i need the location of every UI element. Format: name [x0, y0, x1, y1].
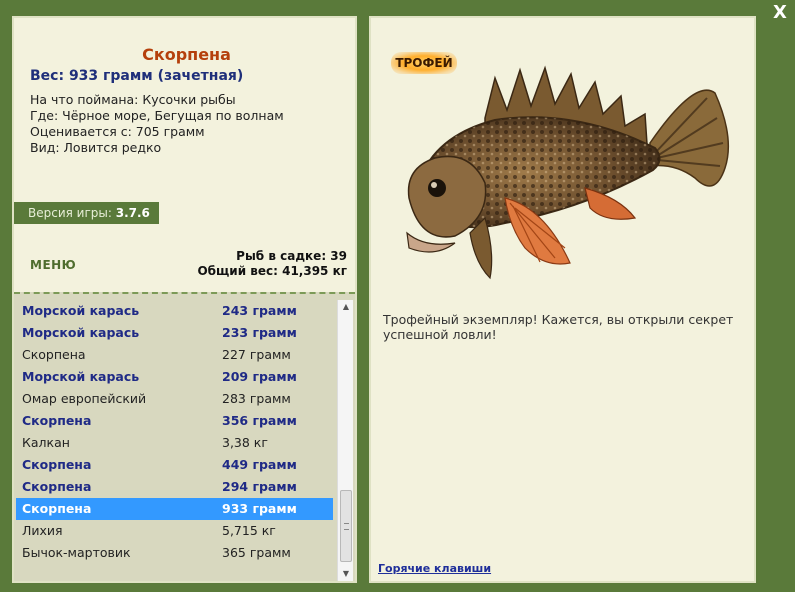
trophy-badge: ТРОФЕЙ: [391, 52, 457, 74]
catch-list-area: Морской карась 243 грамм Морской карась 233…: [14, 292, 355, 581]
catch-fish-weight: 356 грамм: [222, 413, 297, 428]
fish-image-panel: ТРОФЕЙ Трофейный экземпляр! Кажется, вы …: [369, 16, 756, 583]
catch-fish-weight: 5,715 кг: [222, 523, 276, 538]
catch-list-item[interactable]: Скорпена 294 грамм: [16, 476, 333, 498]
catch-fish-weight: 933 грамм: [222, 501, 297, 516]
catch-list-scrollbar[interactable]: ▲ ▼: [337, 300, 353, 581]
catch-list-item[interactable]: Скорпена 356 грамм: [16, 410, 333, 432]
catch-fish-weight: 209 грамм: [222, 369, 297, 384]
catch-list-item[interactable]: Морской карась 233 грамм: [16, 322, 333, 344]
keepnet-stats: Рыб в садке: 39 Общий вес: 41,395 кг: [197, 249, 347, 279]
fish-rarity: Вид: Ловится редко: [30, 140, 162, 155]
version-value: 3.7.6: [115, 206, 150, 220]
catch-fish-weight: 233 грамм: [222, 325, 297, 340]
catch-fish-name: Калкан: [22, 435, 70, 450]
catch-fish-weight: 283 грамм: [222, 391, 291, 406]
catch-list-item[interactable]: Морской карась 209 грамм: [16, 366, 333, 388]
fish-weight: Вес: 933 грамм (зачетная): [30, 68, 244, 84]
catch-fish-weight: 365 грамм: [222, 545, 291, 560]
catch-fish-weight: 243 грамм: [222, 303, 297, 318]
scorpionfish-image: [406, 65, 730, 280]
catch-list-item[interactable]: Скорпена 227 грамм: [16, 344, 333, 366]
scroll-up-icon[interactable]: ▲: [338, 300, 354, 314]
catch-list-item[interactable]: Морской карась 243 грамм: [16, 300, 333, 322]
hotkeys-link[interactable]: Горячие клавиши: [378, 562, 491, 575]
game-version-badge: Версия игры: 3.7.6: [14, 202, 159, 224]
close-icon[interactable]: X: [770, 2, 790, 24]
catch-fish-name: Лихия: [22, 523, 63, 538]
catch-list-item[interactable]: Лихия 5,715 кг: [16, 520, 333, 542]
catch-fish-name: Скорпена: [22, 413, 92, 428]
grip-icon: [344, 523, 349, 530]
catch-list-item[interactable]: Бычок-мартовик 365 грамм: [16, 542, 333, 564]
scroll-down-icon[interactable]: ▼: [338, 567, 354, 581]
catch-fish-name: Скорпена: [22, 347, 86, 362]
catch-fish-weight: 227 грамм: [222, 347, 291, 362]
fish-min-weight: Оценивается с: 705 грамм: [30, 124, 205, 139]
catch-fish-weight: 294 грамм: [222, 479, 297, 494]
catch-list-item[interactable]: Скорпена 449 грамм: [16, 454, 333, 476]
catch-list-item[interactable]: Скорпена 933 грамм: [16, 498, 333, 520]
trophy-message: Трофейный экземпляр! Кажется, вы открыли…: [383, 312, 734, 342]
total-weight: Общий вес: 41,395 кг: [197, 264, 347, 278]
fish-bait: На что поймана: Кусочки рыбы: [30, 92, 236, 107]
fish-name-title: Скорпена: [142, 45, 231, 64]
catch-fish-name: Бычок-мартовик: [22, 545, 131, 560]
catch-fish-weight: 449 грамм: [222, 457, 297, 472]
menu-button[interactable]: МЕНЮ: [30, 258, 76, 272]
catch-list: Морской карась 243 грамм Морской карась 233…: [16, 300, 333, 564]
catch-list-item[interactable]: Калкан 3,38 кг: [16, 432, 333, 454]
catch-fish-name: Омар европейский: [22, 391, 147, 406]
catch-fish-name: Морской карась: [22, 325, 140, 340]
catch-fish-name: Скорпена: [22, 479, 92, 494]
fish-count: Рыб в садке: 39: [236, 249, 347, 263]
version-label: Версия игры:: [28, 206, 116, 220]
catch-fish-name: Скорпена: [22, 457, 92, 472]
catch-list-item[interactable]: Омар европейский 283 грамм: [16, 388, 333, 410]
catch-fish-weight: 3,38 кг: [222, 435, 268, 450]
catch-fish-name: Морской карась: [22, 303, 140, 318]
catch-fish-name: Скорпена: [22, 501, 92, 516]
fish-info-panel: Скорпена Вес: 933 грамм (зачетная) На чт…: [12, 16, 357, 583]
scrollbar-thumb[interactable]: [340, 490, 352, 562]
catch-fish-name: Морской карась: [22, 369, 140, 384]
fish-location: Где: Чёрное море, Бегущая по волнам: [30, 108, 284, 123]
fish-details: На что поймана: Кусочки рыбы Где: Чёрное…: [30, 92, 284, 156]
